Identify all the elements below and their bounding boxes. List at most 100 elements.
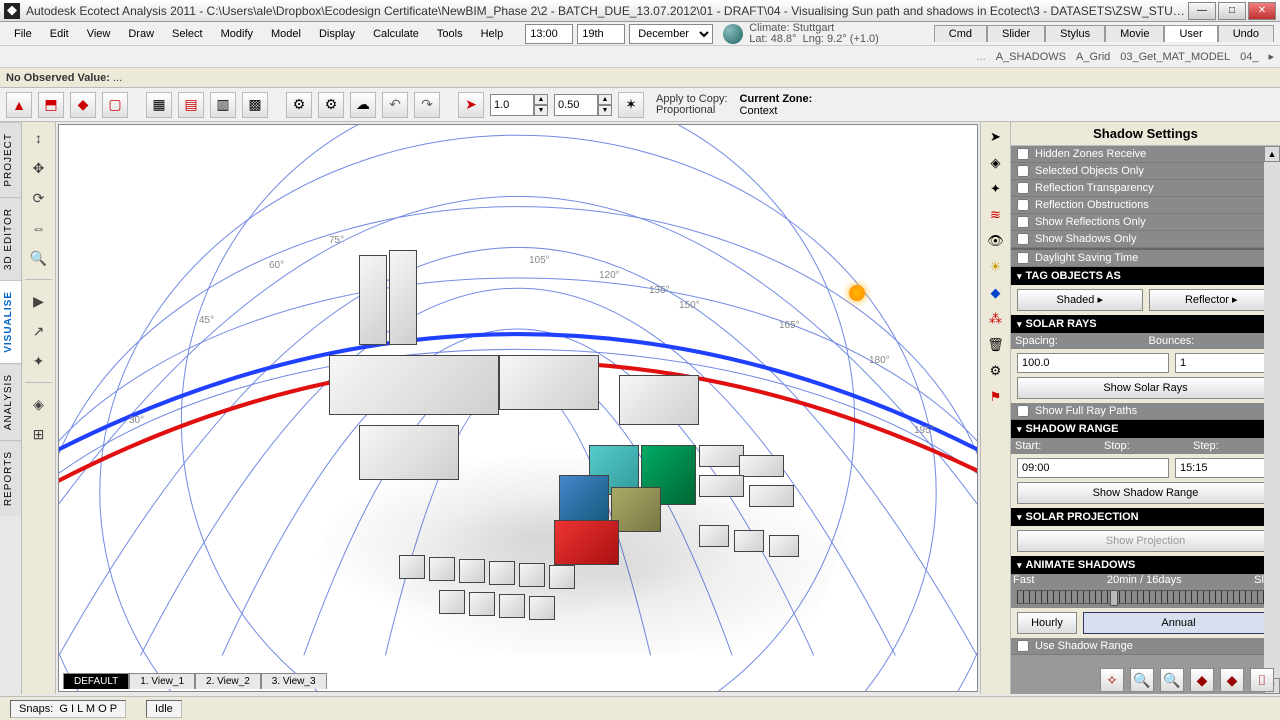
chk-full-ray[interactable] xyxy=(1017,405,1029,417)
view-tab-2[interactable]: 2. View_2 xyxy=(195,673,261,689)
chk-refl-obstr[interactable] xyxy=(1017,199,1029,211)
chk-use-shadow-range[interactable] xyxy=(1017,640,1029,652)
tool-open-icon[interactable]: ⬒ xyxy=(38,92,64,118)
tab-slider[interactable]: Slider xyxy=(987,25,1045,42)
time-hour-input[interactable] xyxy=(525,24,573,44)
tab-user[interactable]: User xyxy=(1164,25,1217,42)
lt-pan-icon[interactable]: ⇔ xyxy=(27,216,51,240)
hdr-animate-shadows[interactable]: ANIMATE SHADOWS xyxy=(1011,556,1280,574)
menu-draw[interactable]: Draw xyxy=(120,25,162,43)
menu-modify[interactable]: Modify xyxy=(213,25,261,43)
tool-save-icon[interactable]: ◆ xyxy=(70,92,96,118)
rt-cube2-icon[interactable]: ◆ xyxy=(985,282,1007,304)
btn-shaded[interactable]: Shaded ▸ xyxy=(1017,289,1143,311)
vtab-project[interactable]: PROJECT xyxy=(0,122,21,197)
btn-annual[interactable]: Annual xyxy=(1083,612,1274,634)
chk-dst[interactable] xyxy=(1017,252,1029,264)
lt-play-icon[interactable]: ▶ xyxy=(27,289,51,313)
tool-grid3-icon[interactable]: ▥ xyxy=(210,92,236,118)
lt-grid-icon[interactable]: ⊞ xyxy=(27,422,51,446)
lt-zoom-icon[interactable]: 🔍 xyxy=(27,246,51,270)
menu-model[interactable]: Model xyxy=(263,25,309,43)
slider-thumb[interactable] xyxy=(1110,590,1118,606)
time-month-select[interactable]: December xyxy=(629,24,713,44)
hdr-shadow-range[interactable]: SHADOW RANGE xyxy=(1011,420,1280,438)
tool-new-icon[interactable]: ▲ xyxy=(6,92,32,118)
tab-stylus[interactable]: Stylus xyxy=(1045,25,1105,42)
history-item[interactable]: A_Grid xyxy=(1076,51,1110,63)
rt-light-icon[interactable]: ☀ xyxy=(985,256,1007,278)
bi-zoom-icon[interactable]: 🔍 xyxy=(1130,668,1154,692)
vtab-visualise[interactable]: VISUALISE xyxy=(0,280,21,363)
minimize-button[interactable]: — xyxy=(1188,2,1216,20)
menu-view[interactable]: View xyxy=(79,25,119,43)
menu-select[interactable]: Select xyxy=(164,25,211,43)
history-next-icon[interactable]: ▸ xyxy=(1268,50,1274,63)
spin-up-icon[interactable]: ▲ xyxy=(534,94,548,105)
chk-refl-trans[interactable] xyxy=(1017,182,1029,194)
tool-grid1-icon[interactable]: ▦ xyxy=(146,92,172,118)
rt-sun-icon[interactable]: ≋ xyxy=(985,204,1007,226)
lt-target-icon[interactable]: ✦ xyxy=(27,349,51,373)
rt-trash-icon[interactable]: 🗑 xyxy=(985,334,1007,356)
tab-movie[interactable]: Movie xyxy=(1105,25,1164,42)
rt-flag-icon[interactable]: ⚑ xyxy=(985,386,1007,408)
hdr-solar-rays[interactable]: SOLAR RAYS xyxy=(1011,315,1280,333)
btn-show-projection[interactable]: Show Projection xyxy=(1017,530,1274,552)
tool-cloud-icon[interactable]: ☁ xyxy=(350,92,376,118)
lt-cube-icon[interactable]: ◈ xyxy=(27,392,51,416)
tool-gear2-icon[interactable]: ⚙ xyxy=(318,92,344,118)
hdr-tag-objects[interactable]: TAG OBJECTS AS xyxy=(1011,267,1280,285)
btn-reflector[interactable]: Reflector ▸ xyxy=(1149,289,1275,311)
menu-file[interactable]: File xyxy=(6,25,40,43)
view-tab-1[interactable]: 1. View_1 xyxy=(129,673,195,689)
tool-axis-icon[interactable]: ✶ xyxy=(618,92,644,118)
rt-gear-icon[interactable]: ⚙ xyxy=(985,360,1007,382)
vtab-reports[interactable]: REPORTS xyxy=(0,440,21,516)
spin-up-icon[interactable]: ▲ xyxy=(598,94,612,105)
tab-undo[interactable]: Undo xyxy=(1218,25,1274,42)
rt-eye-icon[interactable]: 👁 xyxy=(985,230,1007,252)
spin1-input[interactable] xyxy=(490,94,534,116)
rt-cursor-icon[interactable]: ➤ xyxy=(985,126,1007,148)
history-item[interactable]: 04_ xyxy=(1240,51,1258,63)
vtab-3d-editor[interactable]: 3D EDITOR xyxy=(0,197,21,280)
tool-grid2-icon[interactable]: ▤ xyxy=(178,92,204,118)
tool-gear1-icon[interactable]: ⚙ xyxy=(286,92,312,118)
tool-cursor-icon[interactable]: ➤ xyxy=(458,92,484,118)
menu-display[interactable]: Display xyxy=(311,25,363,43)
menu-help[interactable]: Help xyxy=(473,25,512,43)
menu-tools[interactable]: Tools xyxy=(429,25,471,43)
spin-down-icon[interactable]: ▼ xyxy=(534,105,548,116)
chk-hidden-zones[interactable] xyxy=(1017,148,1029,160)
menu-edit[interactable]: Edit xyxy=(42,25,77,43)
menu-calculate[interactable]: Calculate xyxy=(365,25,427,43)
tool-redo-icon[interactable]: ↷ xyxy=(414,92,440,118)
panel-scrollbar[interactable]: ▲ ▼ xyxy=(1264,146,1280,694)
3d-viewport[interactable]: 30° 45° 60° 75° 105° 120° 135° 150° 165°… xyxy=(58,124,978,692)
tool-undo-icon[interactable]: ↶ xyxy=(382,92,408,118)
scroll-up-icon[interactable]: ▲ xyxy=(1264,146,1280,162)
chk-shadows-only[interactable] xyxy=(1017,233,1029,245)
inp-start[interactable] xyxy=(1017,458,1169,478)
rt-dots-icon[interactable]: ⁂ xyxy=(985,308,1007,330)
bi-zoom2-icon[interactable]: 🔍 xyxy=(1160,668,1184,692)
bi-book2-icon[interactable]: ◆ xyxy=(1220,668,1244,692)
inp-spacing[interactable] xyxy=(1017,353,1169,373)
chk-selected-only[interactable] xyxy=(1017,165,1029,177)
chk-refl-only[interactable] xyxy=(1017,216,1029,228)
vtab-analysis[interactable]: ANALYSIS xyxy=(0,363,21,440)
tool-grid4-icon[interactable]: ▩ xyxy=(242,92,268,118)
lt-measure-icon[interactable]: ↗ xyxy=(27,319,51,343)
tab-cmd[interactable]: Cmd xyxy=(934,25,987,42)
history-item[interactable]: A_SHADOWS xyxy=(996,51,1066,63)
btn-show-solar-rays[interactable]: Show Solar Rays xyxy=(1017,377,1274,399)
rt-box-icon[interactable]: ◈ xyxy=(985,152,1007,174)
animate-slider[interactable] xyxy=(1017,590,1274,604)
history-item[interactable]: 03_Get_MAT_MODEL xyxy=(1120,51,1230,63)
lt-move-icon[interactable]: ✥ xyxy=(27,156,51,180)
tool-box-icon[interactable]: ▢ xyxy=(102,92,128,118)
view-tab-3[interactable]: 3. View_3 xyxy=(261,673,327,689)
lt-orbit-icon[interactable]: ⟳ xyxy=(27,186,51,210)
bi-camera-icon[interactable]: ⌷ xyxy=(1250,668,1274,692)
